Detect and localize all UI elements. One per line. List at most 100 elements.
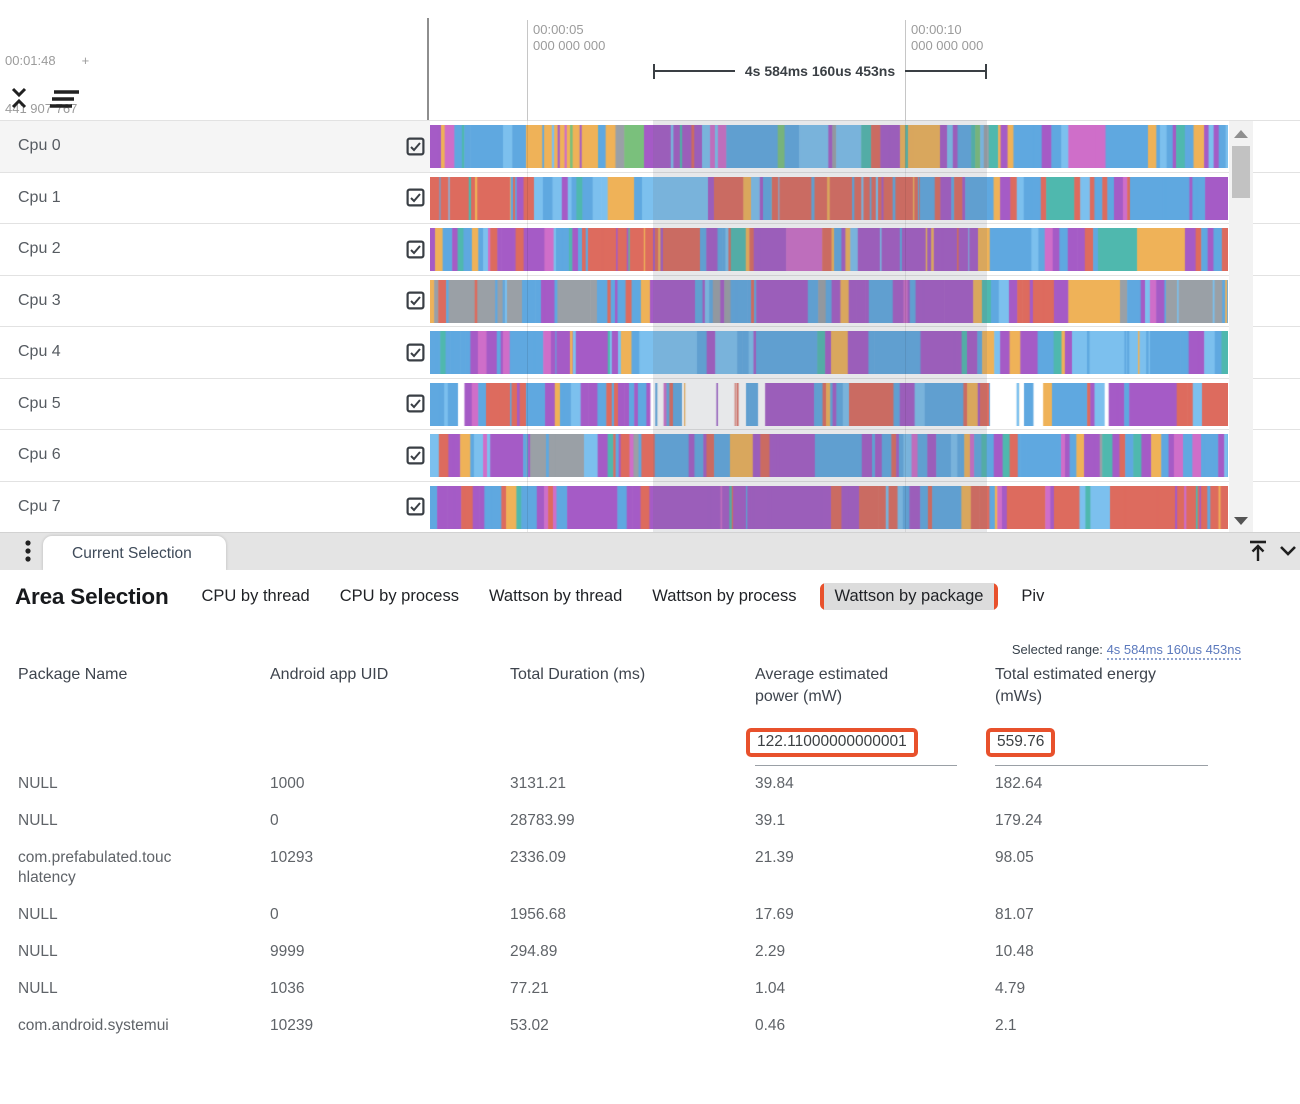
tick-label: 00:00:05000 000 000 — [533, 22, 605, 54]
cpu-track-row[interactable]: Cpu 4 — [0, 326, 1300, 378]
table-cell: 39.1 — [755, 803, 995, 840]
bracket-line-left — [655, 70, 735, 72]
panel-menu-button[interactable] — [14, 537, 42, 567]
tick-label: 00:00:10000 000 000 — [911, 22, 983, 54]
scrollbar-up-arrow-icon[interactable] — [1234, 130, 1248, 138]
scrollbar-down-arrow-icon[interactable] — [1234, 517, 1248, 525]
tab-current-selection[interactable]: Current Selection — [43, 536, 226, 571]
cpu-track-row[interactable]: Cpu 2 — [0, 223, 1300, 275]
table-cell: 9999 — [270, 934, 510, 971]
table-cell: 2.29 — [755, 934, 995, 971]
annotation-highlight-box: Wattson by package — [820, 583, 999, 610]
table-cell: 3131.21 — [510, 766, 755, 803]
selected-range-label: Selected range: — [1012, 642, 1103, 657]
unfold-less-icon — [6, 84, 40, 112]
table-cell: 182.64 — [995, 766, 1220, 803]
track-timeline[interactable] — [430, 224, 1228, 275]
totals-avg-power-cell: 122.11000000000001 — [755, 728, 957, 766]
track-timeline[interactable] — [430, 379, 1228, 430]
track-timeline[interactable] — [430, 173, 1228, 224]
tab-cpu-by-process[interactable]: CPU by process — [325, 583, 474, 610]
track-checkbox[interactable] — [406, 240, 425, 259]
track-timeline[interactable] — [430, 121, 1228, 172]
track-checkbox[interactable] — [406, 188, 425, 207]
annotation-highlight-box: 122.11000000000001 — [746, 728, 918, 757]
track-checkbox[interactable] — [406, 446, 425, 465]
track-timeline[interactable] — [430, 430, 1228, 481]
table-cell: NULL — [18, 934, 188, 971]
table-cell: NULL — [18, 766, 188, 803]
table-cell: 2.1 — [995, 1008, 1220, 1045]
track-timeline-canvas[interactable] — [430, 383, 1228, 426]
table-cell: 53.02 — [510, 1008, 755, 1045]
track-rows: Cpu 0Cpu 1 Cpu 2 Cpu 3Cpu 4 Cpu 5 Cpu 6Cpu 7 — [0, 120, 1300, 532]
track-timeline[interactable] — [430, 276, 1228, 327]
scrollbar-thumb[interactable] — [1232, 146, 1250, 198]
timeline-start-marker — [427, 18, 429, 120]
table-cell: 39.84 — [755, 766, 995, 803]
track-label: Cpu 5 — [18, 395, 61, 413]
collapse-all-tracks-button[interactable] — [6, 84, 40, 112]
track-checkbox[interactable] — [406, 394, 425, 413]
track-checkbox[interactable] — [406, 291, 425, 310]
table-cell: 77.21 — [510, 971, 755, 1008]
expand-panel-up-button[interactable] — [1244, 538, 1272, 566]
track-timeline-canvas[interactable] — [430, 125, 1228, 168]
tab-current-selection-label: Current Selection — [72, 545, 192, 563]
tab-cpu-by-thread[interactable]: CPU by thread — [187, 583, 325, 610]
cpu-track-row[interactable]: Cpu 6 — [0, 429, 1300, 481]
track-label-cell: Cpu 5 — [0, 379, 430, 430]
table-cell: NULL — [18, 803, 188, 840]
table-cell: 17.69 — [755, 897, 995, 934]
table-cell: NULL — [18, 971, 188, 1008]
table-cell: 4.79 — [995, 971, 1220, 1008]
track-timeline-canvas[interactable] — [430, 177, 1228, 220]
track-timeline-canvas[interactable] — [430, 331, 1228, 374]
bracket-right-cap — [985, 64, 987, 79]
cpu-track-row[interactable]: Cpu 3 — [0, 275, 1300, 327]
tab-pivot[interactable]: Piv — [1006, 583, 1059, 610]
cpu-track-row[interactable]: Cpu 1 — [0, 172, 1300, 224]
tick-label-line2: 000 000 000 — [533, 38, 605, 54]
selected-range-link[interactable]: 4s 584ms 160us 453ns — [1107, 642, 1241, 660]
vertical-align-top-icon — [1245, 552, 1271, 567]
timeline-ruler: 00:01:48+ 441 907 767 00:00:05000 000 0 — [0, 0, 1300, 120]
selection-duration-label: 4s 584ms 160us 453ns — [745, 63, 895, 79]
table-cell: 294.89 — [510, 934, 755, 971]
table-cell: NULL — [18, 897, 188, 934]
collapse-panel-button[interactable] — [1274, 538, 1300, 566]
timeline-tick: 00:00:05000 000 000 — [527, 20, 605, 120]
table-header-cell: Total estimated energy(mWs) — [995, 664, 1185, 728]
cpu-track-row[interactable]: Cpu 5 — [0, 378, 1300, 430]
tab-wattson-by-thread[interactable]: Wattson by thread — [474, 583, 637, 610]
track-checkbox[interactable] — [406, 137, 425, 156]
table-cell: 1036 — [270, 971, 510, 1008]
sort-tracks-button[interactable] — [46, 86, 80, 114]
track-timeline[interactable] — [430, 482, 1228, 533]
track-timeline-canvas[interactable] — [430, 434, 1228, 477]
area-selection-title: Area Selection — [15, 584, 169, 610]
table-cell: 21.39 — [755, 840, 995, 897]
track-checkbox[interactable] — [406, 497, 425, 516]
table-cell: 2336.09 — [510, 840, 755, 897]
track-timeline-canvas[interactable] — [430, 486, 1228, 529]
track-label-cell: Cpu 2 — [0, 224, 430, 275]
table-header-cell: Package Name — [18, 664, 208, 728]
track-checkbox[interactable] — [406, 343, 425, 362]
tab-wattson-by-process[interactable]: Wattson by process — [637, 583, 811, 610]
cpu-track-row[interactable]: Cpu 0 — [0, 120, 1300, 172]
selected-range-row: Selected range: 4s 584ms 160us 453ns — [0, 642, 1241, 657]
track-label: Cpu 2 — [18, 240, 61, 258]
cpu-track-row[interactable]: Cpu 7 — [0, 481, 1300, 533]
track-timeline[interactable] — [430, 327, 1228, 378]
totals-empty-cell — [270, 728, 510, 766]
track-timeline-canvas[interactable] — [430, 280, 1228, 323]
track-label-cell: Cpu 1 — [0, 173, 430, 224]
track-label-cell: Cpu 4 — [0, 327, 430, 378]
tracks-scrollbar[interactable] — [1229, 121, 1253, 532]
track-label-cell: Cpu 0 — [0, 121, 430, 172]
tab-wattson-by-package[interactable]: Wattson by package — [824, 583, 995, 610]
table-cell: 1000 — [270, 766, 510, 803]
table-header-cell: Average estimatedpower (mW) — [755, 664, 945, 728]
track-timeline-canvas[interactable] — [430, 228, 1228, 271]
